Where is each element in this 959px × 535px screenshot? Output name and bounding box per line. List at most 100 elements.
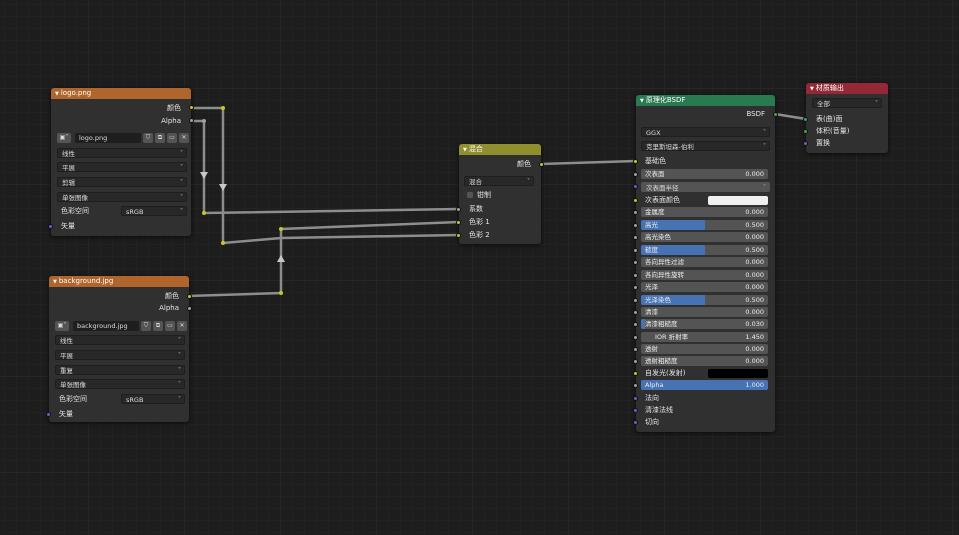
source-dropdown[interactable]: 单张图像 ˅ (57, 192, 187, 202)
input-fac-socket[interactable] (456, 207, 461, 212)
field-sheen-tint[interactable]: 光泽染色 0.500 (641, 295, 768, 305)
input-socket[interactable] (633, 248, 638, 253)
collapse-triangle-icon[interactable]: ▼ (53, 279, 57, 285)
interpolation-dropdown[interactable]: 线性 ˅ (55, 335, 185, 345)
material-output-node[interactable]: ▼ 材质输出 全部 ˅ 表(曲)面 体积(音量) 置换 (803, 83, 888, 153)
image-texture-node-logo[interactable]: ▼ logo.png 颜色 Alpha ▣˅ logo.png ⛉ ⧉ ▭ ✕ 线… (48, 88, 194, 236)
open-folder-icon[interactable]: ▭ (165, 321, 175, 331)
output-alpha-socket[interactable] (187, 306, 192, 311)
extension-dropdown[interactable]: 剪辑 ˅ (57, 177, 187, 187)
collapse-triangle-icon[interactable]: ▼ (463, 147, 467, 153)
distribution-dropdown[interactable]: GGX ˅ (641, 127, 770, 137)
field-anisotropic-rotation[interactable]: 各向异性旋转 0.000 (641, 270, 768, 280)
input-displacement-socket[interactable] (803, 141, 808, 146)
duplicate-icon[interactable]: ⧉ (153, 321, 163, 331)
output-color-socket[interactable] (187, 294, 192, 299)
image-name-field[interactable]: background.jpg (73, 321, 139, 331)
duplicate-icon[interactable]: ⧉ (155, 133, 165, 143)
field-clearcoat-roughness[interactable]: 清漆粗糙度 0.030 (641, 319, 768, 329)
close-icon[interactable]: ✕ (179, 133, 189, 143)
projection-dropdown[interactable]: 平展 ˅ (55, 350, 185, 360)
field-clearcoat[interactable]: 清漆 0.000 (641, 307, 768, 317)
emission-color-swatch[interactable] (708, 369, 768, 378)
input-socket[interactable] (633, 172, 638, 177)
node-header[interactable]: ▼ background.jpg (49, 276, 189, 287)
field-subsurface[interactable]: 次表面 0.000 (641, 169, 768, 179)
source-dropdown[interactable]: 单张图像 ˅ (55, 379, 185, 389)
projection-dropdown[interactable]: 平展 ˅ (57, 162, 187, 172)
input-socket[interactable] (633, 184, 638, 189)
field-alpha[interactable]: Alpha 1.000 (641, 380, 768, 390)
target-dropdown[interactable]: 全部 ˅ (812, 98, 882, 108)
image-browse-icon[interactable]: ▣˅ (57, 133, 71, 143)
close-icon[interactable]: ✕ (177, 321, 187, 331)
image-name-field[interactable]: logo.png (75, 133, 141, 143)
input-socket[interactable] (633, 371, 638, 376)
node-header[interactable]: ▼ 材质输出 (806, 83, 888, 94)
input-socket[interactable] (633, 359, 638, 364)
field-transmission[interactable]: 透射 0.000 (641, 344, 768, 354)
link-mix-to-bsdf-basecolor (540, 159, 637, 166)
field-metallic[interactable]: 金属度 0.000 (641, 207, 768, 217)
collapse-triangle-icon[interactable]: ▼ (810, 86, 814, 92)
input-volume-socket[interactable] (803, 129, 808, 134)
fake-user-shield-icon[interactable]: ⛉ (143, 133, 153, 143)
input-vector-socket[interactable] (48, 224, 53, 229)
input-clearcoat-normal-socket[interactable] (633, 408, 638, 413)
input-socket[interactable] (633, 210, 638, 215)
field-roughness[interactable]: 糙度 0.500 (641, 245, 768, 255)
input-color2-socket[interactable] (456, 233, 461, 238)
input-socket[interactable] (633, 347, 638, 352)
subsurface-method-dropdown[interactable]: 克里斯坦森-伯利 ˅ (641, 141, 770, 151)
field-ior[interactable]: IOR 折射率 1.450 (641, 332, 768, 342)
input-tangent-socket[interactable] (633, 420, 638, 425)
interpolation-dropdown[interactable]: 线性 ˅ (57, 148, 187, 158)
field-specular-tint[interactable]: 高光染色 0.000 (641, 232, 768, 242)
output-bsdf-socket[interactable] (773, 112, 778, 117)
extension-dropdown[interactable]: 重复 ˅ (55, 365, 185, 375)
colorspace-dropdown[interactable]: sRGB ˅ (121, 394, 185, 404)
input-socket[interactable] (633, 235, 638, 240)
input-socket[interactable] (633, 383, 638, 388)
image-browse-icon[interactable]: ▣˅ (55, 321, 69, 331)
field-specular[interactable]: 高光 0.500 (641, 220, 768, 230)
input-socket[interactable] (633, 310, 638, 315)
input-socket[interactable] (633, 260, 638, 265)
colorspace-dropdown[interactable]: sRGB ˅ (121, 206, 187, 216)
input-socket[interactable] (633, 223, 638, 228)
input-socket[interactable] (633, 298, 638, 303)
open-folder-icon[interactable]: ▭ (167, 133, 177, 143)
output-alpha-socket[interactable] (189, 118, 194, 123)
output-color-socket[interactable] (189, 105, 194, 110)
input-socket[interactable] (633, 273, 638, 278)
field-sheen[interactable]: 光泽 0.000 (641, 282, 768, 292)
collapse-triangle-icon[interactable]: ▼ (55, 91, 59, 97)
image-selector[interactable]: ▣˅ logo.png ⛉ ⧉ ▭ ✕ (57, 133, 189, 144)
collapse-triangle-icon[interactable]: ▼ (640, 98, 644, 104)
input-normal-socket[interactable] (633, 396, 638, 401)
node-header[interactable]: ▼ 原理化BSDF (636, 95, 775, 106)
blend-mode-dropdown[interactable]: 混合 ˅ (464, 176, 534, 186)
mix-rgb-node[interactable]: ▼ 混合 颜色 混合 ˅ 钳制 系数 色彩 1 色彩 2 (456, 144, 544, 244)
node-header[interactable]: ▼ 混合 (459, 144, 541, 155)
field-transmission-roughness[interactable]: 透射粗糙度 0.000 (641, 356, 768, 366)
principled-bsdf-node[interactable]: ▼ 原理化BSDF BSDF GGX ˅ 克里斯坦森-伯利 ˅ 基础色 次表面 0.00… (633, 95, 778, 432)
field-anisotropic[interactable]: 各向异性过滤 0.000 (641, 257, 768, 267)
output-color-socket[interactable] (539, 162, 544, 167)
input-socket[interactable] (633, 322, 638, 327)
fake-user-shield-icon[interactable]: ⛉ (141, 321, 151, 331)
node-header[interactable]: ▼ logo.png (51, 88, 191, 99)
subsurface-color-swatch[interactable] (708, 196, 768, 205)
input-socket[interactable] (633, 198, 638, 203)
clamp-checkbox[interactable] (467, 192, 473, 198)
input-vector-socket[interactable] (46, 412, 51, 417)
input-surface-socket[interactable] (803, 117, 808, 122)
input-socket[interactable] (633, 285, 638, 290)
subsurface-radius-dropdown[interactable]: 次表面半径 ˅ (641, 182, 770, 192)
input-base-color-socket[interactable] (633, 159, 638, 164)
input-socket[interactable] (633, 335, 638, 340)
input-color1-socket[interactable] (456, 220, 461, 225)
link-logo-alpha-to-mix-fac (190, 119, 460, 215)
image-selector[interactable]: ▣˅ background.jpg ⛉ ⧉ ▭ ✕ (55, 321, 187, 332)
image-texture-node-background[interactable]: ▼ background.jpg 颜色 Alpha ▣˅ background.j… (46, 276, 192, 422)
